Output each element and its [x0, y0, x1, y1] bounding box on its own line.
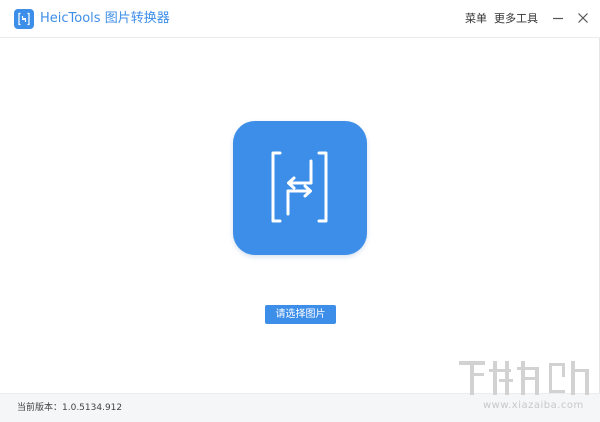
more-tools-link[interactable]: 更多工具 [494, 11, 538, 27]
app-logo-icon [14, 9, 34, 29]
title-bar[interactable]: HeicTools 图片转换器 菜单 更多工具 [0, 0, 600, 38]
status-bar: 当前版本：1.0.5134.912 [0, 393, 600, 422]
heic-tools-logo-icon[interactable] [233, 121, 367, 255]
close-icon [578, 13, 588, 23]
app-title: HeicTools 图片转换器 [40, 11, 170, 26]
menu-link[interactable]: 菜单 [465, 11, 487, 27]
select-image-button[interactable]: 请选择图片 [265, 305, 336, 324]
minimize-icon [553, 17, 563, 20]
version-text: 当前版本：1.0.5134.912 [17, 403, 123, 413]
minimize-button[interactable] [550, 10, 566, 26]
close-button[interactable] [575, 10, 591, 26]
app-window: HeicTools 图片转换器 菜单 更多工具 请选择图片 当前版本：1.0.5… [0, 0, 600, 422]
